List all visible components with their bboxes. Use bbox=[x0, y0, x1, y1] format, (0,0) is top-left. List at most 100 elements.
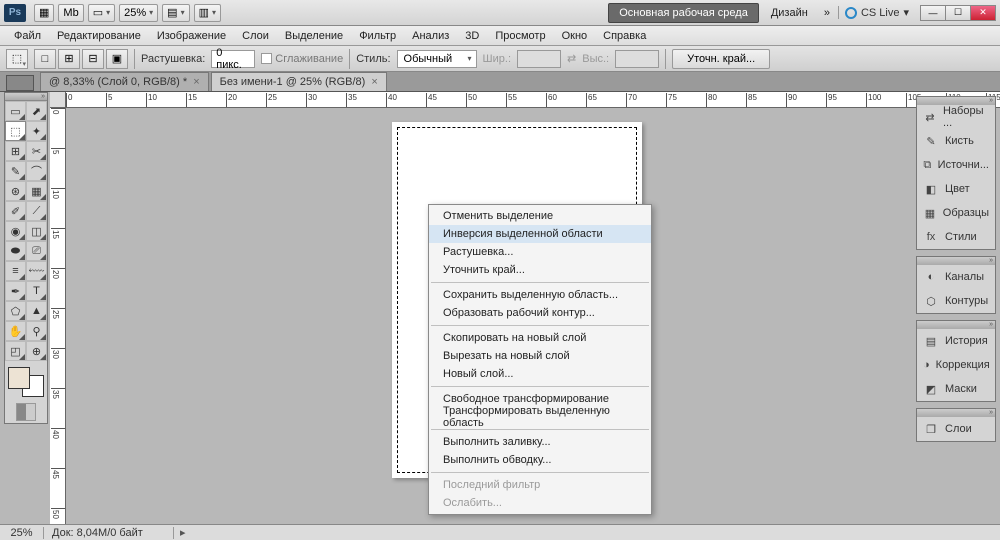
panel-tab[interactable]: ✎Кисть bbox=[917, 129, 995, 153]
status-zoom[interactable]: 25% bbox=[0, 527, 44, 539]
refine-edge-button[interactable]: Уточн. край... bbox=[672, 49, 770, 69]
document-tab[interactable]: @ 8,33% (Слой 0, RGB/8) *× bbox=[40, 72, 209, 91]
tool-button[interactable]: ✦ bbox=[26, 121, 47, 141]
tab-overflow-button[interactable] bbox=[6, 75, 34, 91]
menu-справка[interactable]: Справка bbox=[595, 28, 654, 44]
tool-button[interactable]: ⎚ bbox=[26, 241, 47, 261]
tool-button[interactable]: ⬳ bbox=[26, 261, 47, 281]
cs-live-button[interactable]: CS Live▾ bbox=[838, 6, 915, 19]
tool-button[interactable]: ⬈ bbox=[26, 101, 47, 121]
panel-tab[interactable]: ◑Коррекция bbox=[917, 353, 995, 377]
vertical-ruler[interactable]: 0510152025303540455055 bbox=[50, 108, 66, 524]
menu-выделение[interactable]: Выделение bbox=[277, 28, 351, 44]
panel-tab[interactable]: ◧Цвет bbox=[917, 177, 995, 201]
selection-subtract[interactable]: ⊟ bbox=[82, 49, 104, 69]
workspace-more[interactable]: » bbox=[816, 7, 838, 19]
document-tab[interactable]: Без имени-1 @ 25% (RGB/8)× bbox=[211, 72, 387, 91]
context-menu-item[interactable]: Отменить выделение bbox=[429, 207, 651, 225]
minimize-button[interactable]: — bbox=[920, 5, 946, 21]
tool-button[interactable]: ⬚ bbox=[5, 121, 26, 141]
workspace-main-button[interactable]: Основная рабочая среда bbox=[608, 3, 759, 23]
style-dropdown[interactable]: Обычный bbox=[397, 50, 477, 68]
maximize-button[interactable]: ☐ bbox=[945, 5, 971, 21]
screen-mode-button[interactable]: ▤▾ bbox=[162, 4, 189, 22]
context-menu-item[interactable]: Уточнить край... bbox=[429, 261, 651, 279]
feather-input[interactable]: 0 пикс. bbox=[211, 50, 255, 68]
menu-3d[interactable]: 3D bbox=[457, 28, 487, 44]
panel-tab[interactable]: ⇄Наборы ... bbox=[917, 105, 995, 129]
arrange-button[interactable]: ▭▾ bbox=[88, 4, 115, 22]
tool-button[interactable]: ⌒ bbox=[26, 161, 47, 181]
tool-button[interactable]: ◫ bbox=[26, 221, 47, 241]
tool-button[interactable]: ✐ bbox=[5, 201, 26, 221]
panel-tab[interactable]: ◐Каналы bbox=[917, 265, 995, 289]
context-menu-item[interactable]: Выполнить обводку... bbox=[429, 451, 651, 469]
menu-фильтр[interactable]: Фильтр bbox=[351, 28, 404, 44]
selection-new[interactable]: □ bbox=[34, 49, 56, 69]
tool-button[interactable]: ◰ bbox=[5, 341, 26, 361]
tool-preset-picker[interactable]: ⬚ bbox=[6, 49, 28, 69]
toolbox-collapse[interactable]: » bbox=[5, 93, 47, 101]
panel-tab[interactable]: ⬡Контуры bbox=[917, 289, 995, 313]
tool-button[interactable]: ✒ bbox=[5, 281, 26, 301]
menu-анализ[interactable]: Анализ bbox=[404, 28, 457, 44]
zoom-level-button[interactable]: 25%▾ bbox=[119, 4, 158, 22]
tool-button[interactable]: ▲ bbox=[26, 301, 47, 321]
close-tab-icon[interactable]: × bbox=[371, 76, 377, 88]
mb-button[interactable]: Mb bbox=[58, 4, 83, 22]
menu-окно[interactable]: Окно bbox=[554, 28, 596, 44]
menu-файл[interactable]: Файл bbox=[6, 28, 49, 44]
context-menu-item[interactable]: Новый слой... bbox=[429, 365, 651, 383]
bridge-button[interactable]: ▦ bbox=[34, 4, 54, 22]
tool-button[interactable]: ✂ bbox=[26, 141, 47, 161]
context-menu-item[interactable]: Растушевка... bbox=[429, 243, 651, 261]
panel-tab[interactable]: fxСтили bbox=[917, 225, 995, 249]
foreground-swatch[interactable] bbox=[8, 367, 30, 389]
context-menu-item[interactable]: Скопировать на новый слой bbox=[429, 329, 651, 347]
panel-tab[interactable]: ▦Образцы bbox=[917, 201, 995, 225]
tool-button[interactable]: T bbox=[26, 281, 47, 301]
status-doc-info[interactable]: Док: 8,04M/0 байт bbox=[44, 527, 174, 539]
tool-button[interactable]: ✋ bbox=[5, 321, 26, 341]
panel-collapse[interactable]: » bbox=[917, 97, 995, 105]
context-menu-item[interactable]: Вырезать на новый слой bbox=[429, 347, 651, 365]
panel-tab[interactable]: ❐Слои bbox=[917, 417, 995, 441]
selection-intersect[interactable]: ▣ bbox=[106, 49, 128, 69]
close-tab-icon[interactable]: × bbox=[193, 76, 199, 88]
tool-button[interactable]: ▭ bbox=[5, 101, 26, 121]
workspace-design-label[interactable]: Дизайн bbox=[763, 7, 816, 19]
tool-button[interactable]: ⚲ bbox=[26, 321, 47, 341]
panel-tab[interactable]: ⧉Источни... bbox=[917, 153, 995, 177]
context-menu-item[interactable]: Трансформировать выделенную область bbox=[429, 408, 651, 426]
panel-collapse[interactable]: » bbox=[917, 321, 995, 329]
tool-button[interactable]: ⊞ bbox=[5, 141, 26, 161]
tool-button[interactable]: ⟋ bbox=[26, 201, 47, 221]
menu-изображение[interactable]: Изображение bbox=[149, 28, 234, 44]
context-menu-item[interactable]: Выполнить заливку... bbox=[429, 433, 651, 451]
horizontal-ruler[interactable]: 0510152025303540455055606570758085909510… bbox=[66, 92, 1000, 108]
tool-button[interactable]: ⬠ bbox=[5, 301, 26, 321]
tool-button[interactable]: ⊕ bbox=[26, 341, 47, 361]
tool-button[interactable]: ≡ bbox=[5, 261, 26, 281]
menu-слои[interactable]: Слои bbox=[234, 28, 277, 44]
panel-tab[interactable]: ▤История bbox=[917, 329, 995, 353]
ruler-origin[interactable] bbox=[50, 92, 66, 108]
context-menu-item[interactable]: Сохранить выделенную область... bbox=[429, 286, 651, 304]
extras-button[interactable]: ▥▾ bbox=[194, 4, 221, 22]
quickmask-toggle[interactable] bbox=[16, 403, 36, 421]
menu-просмотр[interactable]: Просмотр bbox=[487, 28, 553, 44]
menu-редактирование[interactable]: Редактирование bbox=[49, 28, 149, 44]
panel-collapse[interactable]: » bbox=[917, 257, 995, 265]
panel-collapse[interactable]: » bbox=[917, 409, 995, 417]
tool-button[interactable]: ◉ bbox=[5, 221, 26, 241]
tool-button[interactable]: ✎ bbox=[5, 161, 26, 181]
tool-button[interactable]: ⬬ bbox=[5, 241, 26, 261]
tool-button[interactable]: ⊛ bbox=[5, 181, 26, 201]
context-menu-item[interactable]: Образовать рабочий контур... bbox=[429, 304, 651, 322]
close-button[interactable]: ✕ bbox=[970, 5, 996, 21]
tool-button[interactable]: ▦ bbox=[26, 181, 47, 201]
status-info-menu[interactable]: ▸ bbox=[174, 526, 192, 539]
selection-add[interactable]: ⊞ bbox=[58, 49, 80, 69]
context-menu-item[interactable]: Инверсия выделенной области bbox=[429, 225, 651, 243]
panel-tab[interactable]: ◩Маски bbox=[917, 377, 995, 401]
